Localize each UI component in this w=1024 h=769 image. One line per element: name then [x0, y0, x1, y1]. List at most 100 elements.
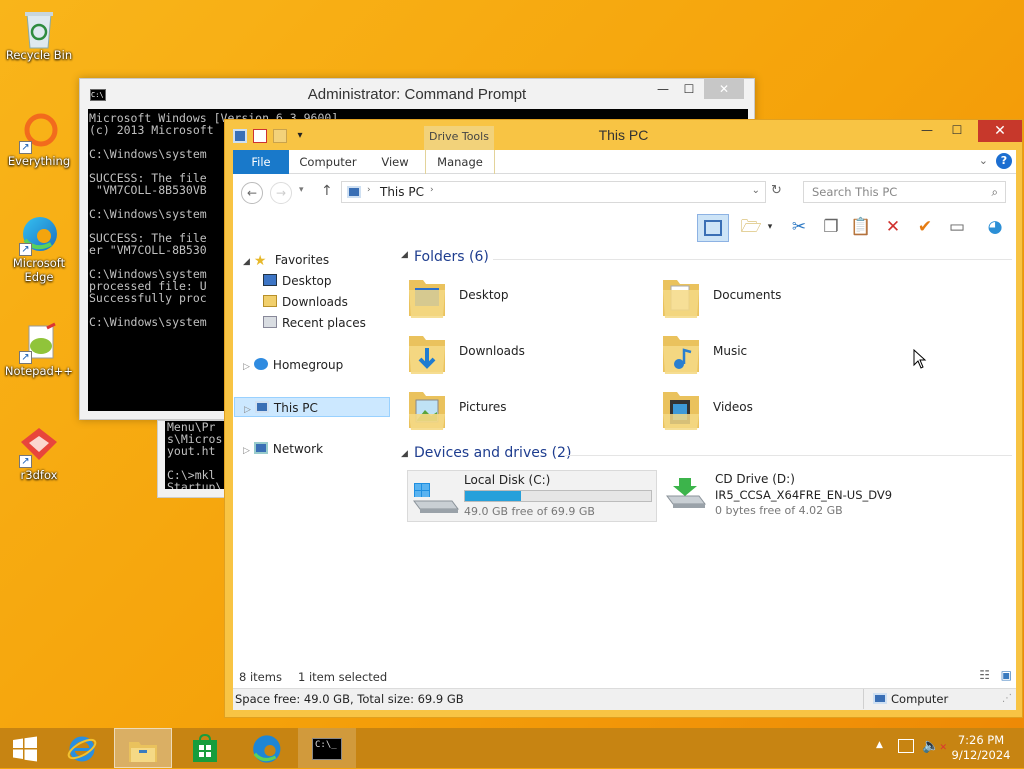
devices-section-header[interactable]: Devices and drives (2) — [414, 445, 571, 461]
folder-item[interactable]: Desktop — [407, 272, 647, 324]
collapse-arrow-icon[interactable]: ◢ — [243, 257, 250, 267]
forward-button[interactable]: → — [270, 182, 292, 204]
nav-homegroup[interactable]: ▷ Homegroup — [243, 355, 343, 375]
large-icons-view-icon[interactable]: ▣ — [1001, 668, 1012, 682]
nav-desktop[interactable]: Desktop — [263, 271, 332, 291]
taskbar-command-prompt[interactable]: C:\_ — [298, 728, 356, 768]
expand-arrow-icon[interactable]: ▷ — [243, 446, 250, 456]
tab-view[interactable]: View — [373, 150, 417, 174]
breadcrumb-chevron-icon[interactable]: › — [430, 185, 434, 195]
explorer-title: This PC — [598, 127, 649, 143]
taskbar-internet-explorer[interactable] — [53, 728, 111, 768]
back-button[interactable]: ← — [241, 182, 263, 204]
local-disk-icon — [412, 477, 460, 515]
explorer-close-button[interactable]: ✕ — [978, 120, 1022, 142]
recent-locations-chevron-icon[interactable]: ▾ — [299, 185, 304, 195]
drive-item-c[interactable]: Local Disk (C:) 49.0 GB free of 69.9 GB — [407, 470, 657, 522]
nav-favorites[interactable]: ◢ ★ Favorites — [243, 250, 329, 270]
taskbar: C:\_ ▲ 🔈✕ 7:26 PM 9/12/2024 — [0, 728, 1024, 768]
devices-collapse-arrow-icon[interactable]: ◢ — [401, 449, 408, 459]
map-drive-icon[interactable]: ▭ — [943, 214, 971, 240]
explorer-title-bar[interactable]: ▾ Drive Tools This PC — ☐ ✕ — [225, 120, 1022, 151]
resize-grip-icon[interactable]: ⋰ — [1002, 689, 1012, 709]
nav-this-pc[interactable]: ▷ This PC — [234, 397, 390, 417]
network-globe-icon[interactable]: ◕ — [981, 214, 1009, 240]
properties-dropdown-icon[interactable]: ▾ — [763, 214, 777, 240]
refresh-icon[interactable]: ↻ — [771, 183, 782, 198]
drive-free-space: 0 bytes free of 4.02 GB — [715, 504, 843, 517]
status-computer: Computer — [891, 692, 949, 706]
status-bar: Space free: 49.0 GB, Total size: 69.9 GB… — [233, 688, 1016, 710]
search-input[interactable]: Search This PC ⌕ — [803, 181, 1006, 203]
cmd-close-button[interactable]: ✕ — [704, 79, 744, 99]
nav-downloads[interactable]: Downloads — [263, 292, 348, 312]
expand-arrow-icon[interactable]: ▷ — [244, 405, 251, 415]
file-explorer-icon — [129, 741, 157, 762]
explorer-minimize-button[interactable]: — — [912, 120, 942, 142]
nav-network[interactable]: ▷ Network — [243, 439, 323, 459]
folder-item[interactable]: Music — [661, 328, 901, 380]
folders-collapse-arrow-icon[interactable]: ◢ — [401, 250, 408, 260]
cmd-title-bar[interactable]: C:\ Administrator: Command Prompt — ☐ ✕ — [80, 79, 754, 109]
address-box[interactable]: › This PC › ⌄ — [341, 181, 766, 203]
clock[interactable]: 7:26 PM 9/12/2024 — [946, 733, 1016, 763]
copy-icon[interactable]: ❐ — [817, 214, 845, 240]
desktop-icon-edge[interactable]: ↗ Microsoft Edge — [1, 214, 77, 284]
section-divider — [565, 455, 1012, 456]
videos-folder-icon — [661, 384, 701, 432]
recycle-bin-icon — [19, 6, 59, 49]
expand-arrow-icon[interactable]: ▷ — [243, 362, 250, 372]
breadcrumb-chevron-icon[interactable]: › — [367, 185, 371, 195]
tab-file[interactable]: File — [233, 150, 289, 174]
show-hidden-icons-button[interactable]: ▲ — [876, 740, 883, 750]
details-view-icon[interactable]: ☷ — [979, 668, 990, 682]
cmd-maximize-button[interactable]: ☐ — [676, 79, 702, 99]
explorer-window[interactable]: ▾ Drive Tools This PC — ☐ ✕ File Compute… — [224, 119, 1023, 718]
folders-section-header[interactable]: Folders (6) — [414, 249, 489, 265]
shortcut-arrow-icon: ↗ — [19, 351, 32, 364]
desktop-icon-label: Everything — [7, 154, 71, 168]
preview-pane-button[interactable] — [697, 214, 729, 242]
computer-small-icon — [873, 693, 887, 704]
cut-icon[interactable]: ✂ — [785, 214, 813, 240]
taskbar-edge[interactable] — [237, 728, 295, 768]
breadcrumb-this-pc[interactable]: This PC — [380, 185, 424, 199]
tab-manage[interactable]: Manage — [425, 150, 495, 174]
delete-icon[interactable]: ✕ — [879, 214, 907, 240]
network-status-icon[interactable] — [898, 739, 914, 753]
ribbon-expand-chevron-icon[interactable]: ⌄ — [979, 154, 988, 167]
help-icon[interactable]: ? — [996, 153, 1012, 169]
folder-item[interactable]: Pictures — [407, 384, 647, 436]
nav-recent-places[interactable]: Recent places — [263, 313, 366, 333]
start-button[interactable] — [0, 728, 50, 768]
folder-item[interactable]: Downloads — [407, 328, 647, 380]
desktop-icon-everything[interactable]: ↗ Everything — [1, 112, 77, 168]
internet-explorer-icon — [67, 736, 97, 761]
up-button[interactable]: ↑ — [321, 183, 333, 199]
shortcut-arrow-icon: ↗ — [19, 243, 32, 256]
edge-icon: ↗ — [19, 214, 59, 256]
cmd-minimize-button[interactable]: — — [650, 79, 676, 99]
taskbar-file-explorer[interactable] — [114, 728, 172, 768]
tab-computer[interactable]: Computer — [297, 150, 359, 174]
folder-item[interactable]: Videos — [661, 384, 901, 436]
desktop-icon-recycle-bin[interactable]: Recycle Bin — [1, 6, 77, 62]
address-dropdown-icon[interactable]: ⌄ — [752, 185, 760, 196]
explorer-maximize-button[interactable]: ☐ — [942, 120, 972, 142]
folder-name: Videos — [713, 400, 753, 414]
desktop-icon-label: Recycle Bin — [5, 48, 73, 62]
nav-homegroup-label: Homegroup — [272, 358, 344, 372]
folder-item[interactable]: Documents — [661, 272, 901, 324]
desktop-icon-label: r3dfox — [20, 468, 58, 482]
drive-usage-bar — [464, 490, 652, 502]
paste-icon[interactable]: 📋 — [847, 214, 875, 240]
command-toolbar: 🗁 ▾ ✂ ❐ 📋 ✕ ✔ ▭ ◕ — [233, 212, 1016, 242]
taskbar-store[interactable] — [176, 728, 234, 768]
desktop-icon-notepad-plus-plus[interactable]: ↗ Notepad++ — [1, 322, 77, 378]
properties-folder-icon[interactable]: 🗁 — [737, 214, 765, 240]
desktop-icon-r3dfox[interactable]: ↗ r3dfox — [1, 426, 77, 482]
rename-check-icon[interactable]: ✔ — [911, 214, 939, 240]
store-icon — [193, 733, 217, 762]
volume-muted-icon[interactable]: 🔈✕ — [922, 738, 947, 754]
drive-item-d[interactable]: CD Drive (D:) IR5_CCSA_X64FRE_EN-US_DV9 … — [661, 470, 981, 522]
